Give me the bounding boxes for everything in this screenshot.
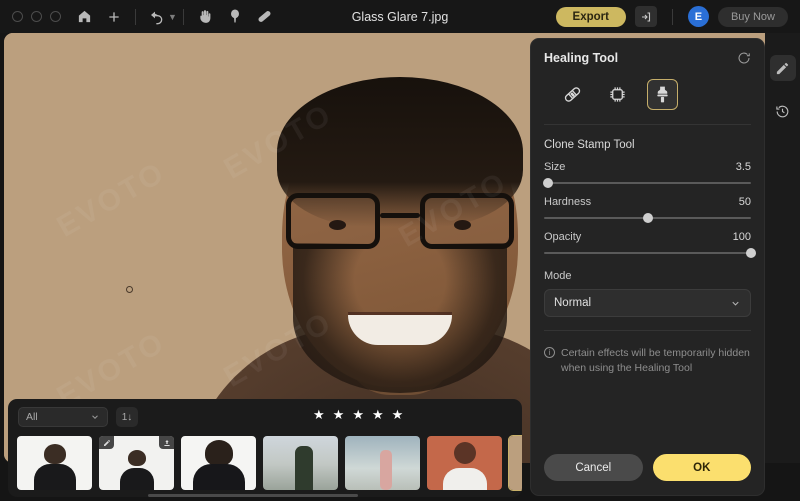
thumb-bg (263, 436, 338, 490)
panel-footer: Cancel OK (531, 454, 764, 495)
thumbnail-item-7[interactable] (508, 435, 522, 491)
star-4[interactable]: ★ (372, 408, 384, 421)
reset-icon[interactable] (737, 51, 751, 65)
thumbnail-item-4[interactable] (262, 435, 339, 491)
right-rail (765, 33, 800, 463)
export-button[interactable]: Export (555, 6, 626, 27)
healing-tool-icon[interactable] (250, 4, 280, 30)
thumb-bg (181, 436, 256, 490)
hardness-label: Hardness (544, 196, 592, 208)
close-window-button[interactable] (12, 11, 23, 22)
opacity-slider-knob[interactable] (746, 248, 756, 258)
window-controls[interactable] (0, 11, 61, 22)
thumbnail-item-5[interactable] (344, 435, 421, 491)
edit-badge-icon (99, 436, 114, 449)
thumb-bg (345, 436, 420, 490)
titlebar: ▼ Glass Glare 7.jpg Export E Buy Now (0, 0, 800, 33)
mode-select[interactable]: Normal (544, 289, 751, 317)
filmstrip: All 1↓ ★ ★ ★ ★ ★ (8, 399, 522, 497)
info-icon: i (544, 347, 555, 358)
hardness-slider-block: Hardness 50 (531, 196, 764, 231)
minimize-window-button[interactable] (31, 11, 42, 22)
star-3[interactable]: ★ (352, 408, 364, 421)
panel-header: Healing Tool (531, 39, 764, 75)
size-slider-block: Size 3.5 (531, 161, 764, 196)
export-badge-icon (159, 436, 174, 449)
hand-tool-icon[interactable] (190, 4, 220, 30)
opacity-value: 100 (732, 231, 751, 243)
size-value: 3.5 (735, 161, 751, 173)
undo-group[interactable]: ▼ (142, 4, 177, 30)
toolbar-divider-2 (182, 8, 184, 25)
panel-note-text: Certain effects will be temporarily hidd… (561, 347, 750, 375)
thumb-bg (427, 436, 502, 490)
opacity-slider[interactable] (544, 248, 756, 258)
mode-label: Mode (544, 270, 572, 282)
panel-title: Healing Tool (544, 51, 619, 65)
hardness-value: 50 (738, 196, 751, 208)
hardness-slider-knob[interactable] (642, 213, 653, 223)
thumb-bg (509, 436, 522, 490)
ai-remove-tool-icon[interactable] (602, 79, 633, 110)
tool-selector (531, 75, 764, 124)
cancel-button[interactable]: Cancel (544, 454, 643, 481)
history-icon[interactable] (770, 98, 796, 124)
thumbnail-list (8, 435, 522, 491)
size-slider[interactable] (543, 178, 751, 188)
opacity-slider-block: Opacity 100 (531, 231, 764, 266)
plus-icon[interactable] (99, 4, 129, 30)
edit-icon[interactable] (769, 55, 796, 81)
sort-button[interactable]: 1↓ (116, 407, 138, 427)
maximize-window-button[interactable] (50, 11, 61, 22)
thumbnail-item-1[interactable] (16, 435, 93, 491)
patch-tool-icon[interactable] (557, 79, 588, 110)
filter-select[interactable]: All (18, 407, 108, 427)
chevron-down-icon (732, 301, 739, 306)
buy-now-button[interactable]: Buy Now (717, 6, 788, 27)
opacity-label: Opacity (544, 231, 582, 243)
home-icon[interactable] (69, 4, 99, 30)
active-tool-label: Clone Stamp Tool (544, 139, 635, 151)
panel-note: i Certain effects will be temporarily hi… (531, 331, 764, 376)
thumbnail-item-6[interactable] (426, 435, 503, 491)
star-2[interactable]: ★ (333, 408, 345, 421)
size-label: Size (544, 161, 566, 173)
left-eye (329, 220, 346, 230)
thumb-bg (17, 436, 92, 490)
mode-select-value: Normal (554, 297, 592, 309)
brush-cursor (126, 286, 133, 293)
subject-smile (348, 315, 452, 345)
share-export-icon[interactable] (634, 6, 657, 27)
clone-stamp-tool-icon[interactable] (647, 79, 678, 110)
glasses-left-lens (286, 193, 380, 249)
filmstrip-scrollbar[interactable] (148, 494, 358, 497)
toolbar-divider-1 (135, 8, 136, 25)
dodge-tool-icon[interactable] (220, 4, 250, 30)
chevron-down-icon (92, 415, 98, 419)
thumbnail-item-3[interactable] (180, 435, 257, 491)
avatar[interactable]: E (687, 6, 709, 27)
star-1[interactable]: ★ (313, 408, 325, 421)
filmstrip-toolbar: All 1↓ ★ ★ ★ ★ ★ (8, 399, 522, 435)
toolbar-divider-3 (671, 8, 673, 25)
thumbnail-item-2[interactable] (98, 435, 175, 491)
star-5[interactable]: ★ (392, 408, 404, 421)
rating-stars[interactable]: ★ ★ ★ ★ ★ (313, 408, 403, 421)
size-slider-knob[interactable] (543, 178, 554, 188)
evoto-editor-window: ▼ Glass Glare 7.jpg Export E Buy Now EVO… (0, 0, 800, 501)
hardness-slider[interactable] (544, 213, 751, 223)
chevron-down-icon[interactable]: ▼ (168, 12, 177, 22)
titlebar-actions: Export E Buy Now (555, 6, 800, 27)
ok-button[interactable]: OK (652, 454, 751, 481)
filter-select-value: All (26, 411, 38, 423)
healing-tool-panel: Healing Tool Clone Stamp Tool Size 3.5 H… (530, 38, 765, 496)
